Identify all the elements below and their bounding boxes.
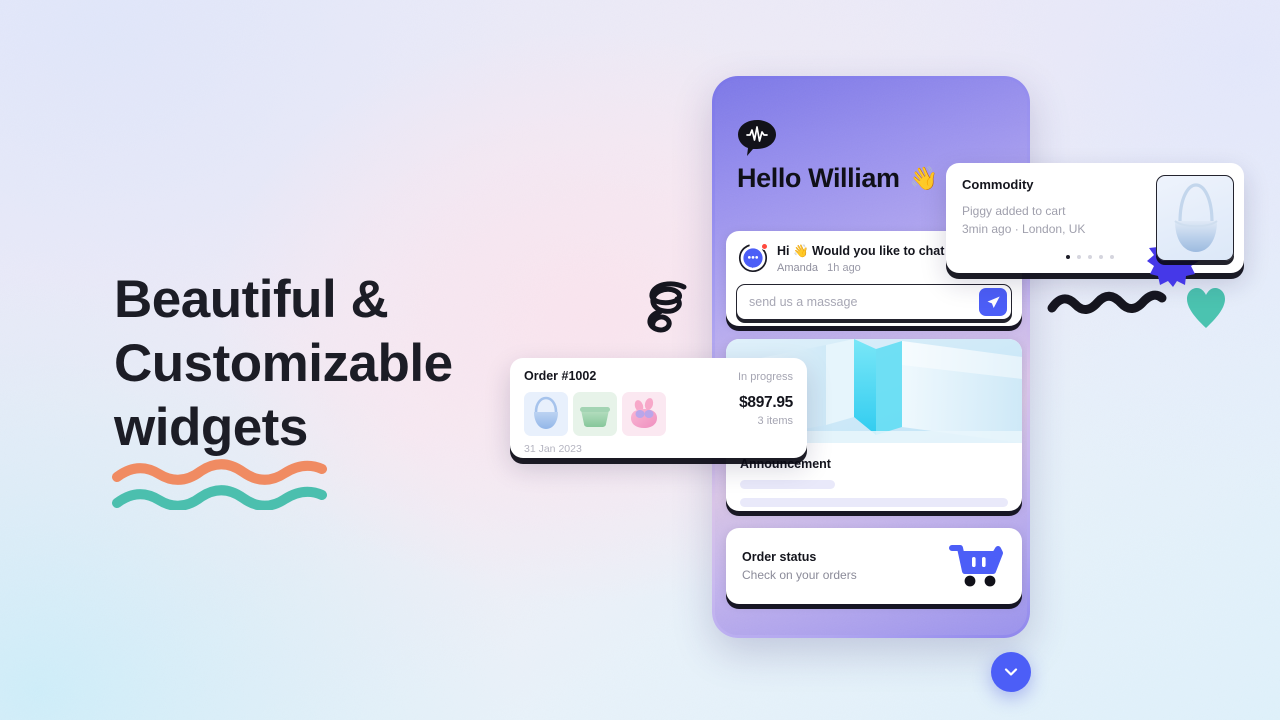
handbag-icon: [1174, 183, 1218, 252]
page-title: Beautiful & Customizable widgets: [114, 268, 544, 460]
order-card-body: $897.95 3 items: [524, 392, 793, 436]
blue-handbag-thumbnail: [524, 392, 568, 436]
order-item-count: 3 items: [757, 415, 793, 427]
commodity-notification-card[interactable]: Commodity Piggy added to cart 3min ago ·…: [946, 163, 1244, 287]
spiral-doodle-icon: [647, 281, 687, 333]
send-message-button[interactable]: [979, 288, 1007, 316]
pagination-dot[interactable]: [1110, 255, 1114, 259]
commodity-pagination-dots[interactable]: [1066, 255, 1114, 259]
pink-earbuds-thumbnail: [622, 392, 666, 436]
pagination-dot[interactable]: [1088, 255, 1092, 259]
green-pouch-thumbnail: [573, 392, 617, 436]
shopping-cart-icon: [949, 545, 1003, 587]
unread-indicator-dot: [761, 243, 768, 250]
order-status-title: Order status: [742, 550, 817, 564]
order-id-label: Order #1002: [524, 369, 597, 383]
chat-timestamp: 1h ago: [827, 262, 861, 274]
order-date: 31 Jan 2023: [524, 443, 582, 455]
chevron-down-icon: [1004, 668, 1018, 676]
page-background: Beautiful & Customizable widgets Hello W…: [0, 0, 1280, 720]
headline-wave-underlines: [112, 459, 327, 510]
scroll-down-button[interactable]: [991, 652, 1031, 692]
order-status-subtitle: Check on your orders: [742, 568, 857, 582]
announcement-skeleton-line: [740, 498, 1008, 507]
order-status-badge: In progress: [737, 371, 793, 383]
paper-plane-icon: [987, 296, 1000, 308]
handbag-thumbnail: [1156, 175, 1234, 261]
order-thumbnails: [524, 392, 666, 436]
order-totals: $897.95 3 items: [739, 392, 793, 427]
pagination-dot[interactable]: [1099, 255, 1103, 259]
pagination-dot[interactable]: [1066, 255, 1070, 259]
speech-bubble-waveform-icon: [738, 120, 776, 156]
chat-message-input[interactable]: [749, 295, 979, 309]
squiggle-doodle-icon: [1047, 290, 1167, 314]
order-status-text: Order status Check on your orders: [742, 550, 857, 582]
order-status-widget[interactable]: Order status Check on your orders: [726, 528, 1022, 604]
order-card-header: Order #1002 In progress: [524, 369, 793, 383]
greeting-text: Hello William 👋: [737, 163, 938, 194]
headline-line-3: widgets: [114, 398, 308, 457]
headline-line-1: Beautiful &: [114, 270, 389, 329]
order-status-body: Order status Check on your orders: [726, 528, 1022, 604]
order-summary-card[interactable]: Order #1002 In progress $897.95 3 items …: [510, 358, 807, 458]
chat-avatar: [738, 243, 768, 273]
order-price: $897.95: [739, 394, 793, 411]
phone-mockup: Hello William 👋 Hi 👋 Would you like to c…: [712, 76, 1030, 638]
heart-doodle-icon: [1187, 288, 1225, 328]
chat-input-wrapper[interactable]: [736, 284, 1012, 320]
waving-hand-icon: 👋: [909, 165, 939, 191]
chat-author: Amanda: [777, 262, 818, 274]
announcement-skeleton-line: [740, 480, 835, 489]
headline-line-2: Customizable: [114, 334, 453, 393]
pagination-dot[interactable]: [1077, 255, 1081, 259]
greeting-label: Hello William: [737, 163, 900, 193]
